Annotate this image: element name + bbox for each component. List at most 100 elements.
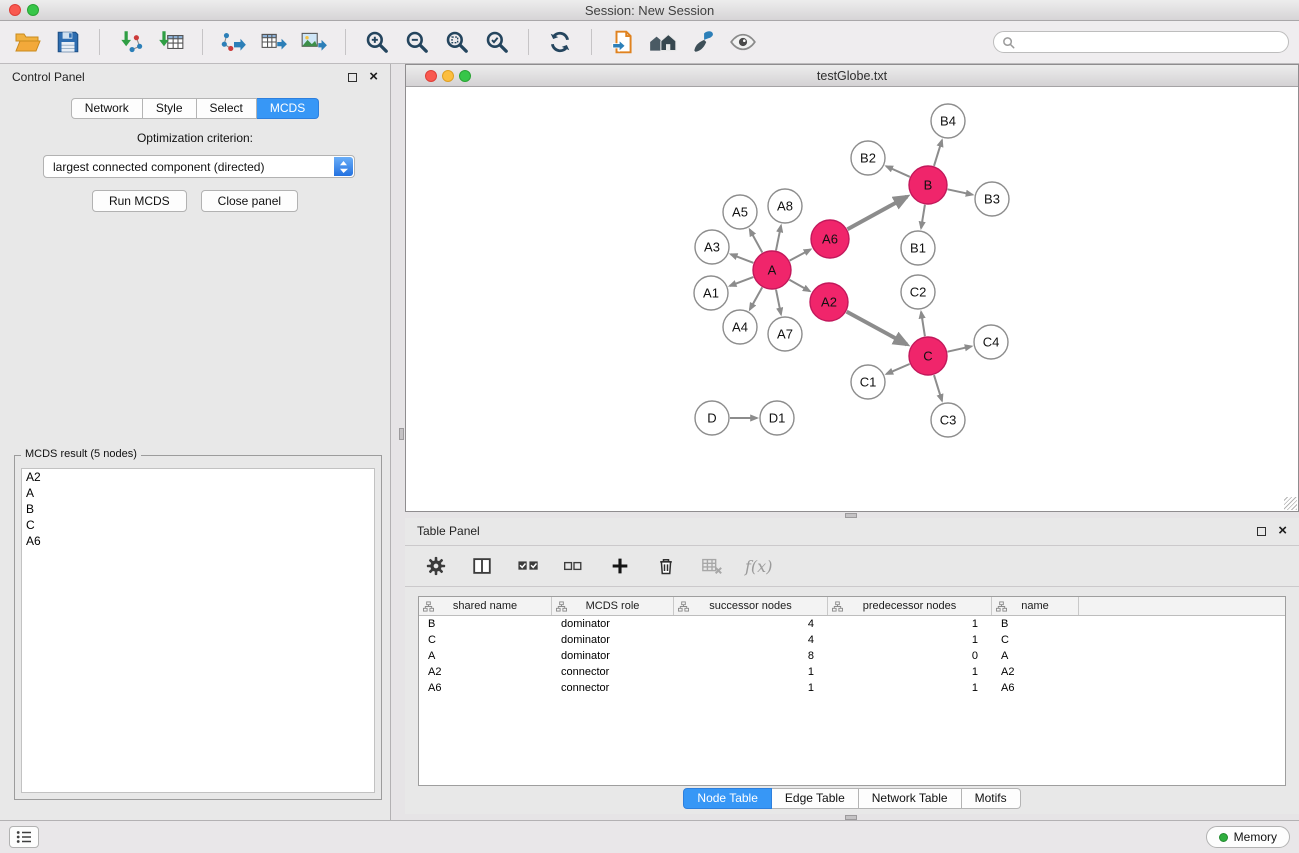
delete-column-button[interactable] [653,551,679,581]
table-cell[interactable]: C [419,634,552,646]
table-cell[interactable]: dominator [552,650,674,662]
node-D[interactable]: D [695,401,729,435]
column-header-predecessor-nodes[interactable]: predecessor nodes [828,597,992,615]
node-C1[interactable]: C1 [851,365,885,399]
edge-B-B2[interactable] [886,166,910,177]
save-session-button[interactable] [50,25,86,59]
result-item[interactable]: A [22,485,374,501]
show-graphics-details-button[interactable] [725,25,761,59]
edge-A-A1[interactable] [730,277,754,286]
table-cell[interactable]: C [992,634,1079,646]
edge-A-A4[interactable] [750,287,762,309]
mcds-result-list[interactable]: A2ABCA6 [21,468,375,793]
show-columns-button[interactable] [469,551,495,581]
table-cell[interactable]: B [992,618,1079,630]
table-settings-button[interactable] [423,551,449,581]
table-cell[interactable]: A2 [992,666,1079,678]
export-network-button[interactable] [216,25,252,59]
node-B1[interactable]: B1 [901,231,935,265]
window-resize-grip[interactable] [1284,497,1297,510]
tab-network-table[interactable]: Network Table [859,788,962,809]
edge-C-C4[interactable] [948,346,972,351]
edge-A-A6[interactable] [790,249,811,260]
import-network-button[interactable] [113,25,149,59]
float-panel-icon[interactable] [348,73,357,82]
table-cell[interactable]: 1 [828,682,992,694]
tab-style[interactable]: Style [143,98,197,119]
edge-C-C1[interactable] [886,364,909,374]
result-item[interactable]: B [22,501,374,517]
result-item[interactable]: C [22,517,374,533]
table-cell[interactable]: A2 [419,666,552,678]
table-row[interactable]: A6connector11A6 [419,680,1285,696]
edge-A-A7[interactable] [776,290,781,315]
table-cell[interactable]: B [419,618,552,630]
table-cell[interactable]: connector [552,666,674,678]
window-titlebar[interactable]: Session: New Session [0,0,1299,21]
table-cell[interactable]: 1 [828,634,992,646]
add-column-button[interactable] [607,551,633,581]
node-B2[interactable]: B2 [851,141,885,175]
edge-C-C3[interactable] [934,375,942,401]
table-cell[interactable]: 4 [674,618,828,630]
node-A6[interactable]: A6 [811,220,849,258]
column-header-name[interactable]: name [992,597,1079,615]
column-header-successor-nodes[interactable]: successor nodes [674,597,828,615]
table-row[interactable]: Cdominator41C [419,632,1285,648]
delete-table-button[interactable] [699,551,725,581]
close-panel-icon[interactable]: × [369,72,378,82]
node-C3[interactable]: C3 [931,403,965,437]
deselect-all-button[interactable] [561,551,587,581]
edge-A6-B[interactable] [848,197,908,230]
first-neighbors-button[interactable] [645,25,681,59]
node-D1[interactable]: D1 [760,401,794,435]
tab-mcds[interactable]: MCDS [257,98,319,119]
node-C[interactable]: C [909,337,947,375]
result-item[interactable]: A2 [22,469,374,485]
table-row[interactable]: A2connector11A2 [419,664,1285,680]
close-panel-button[interactable]: Close panel [201,190,298,212]
run-mcds-button[interactable]: Run MCDS [92,190,187,212]
edge-A-A8[interactable] [776,226,781,251]
result-item[interactable]: A6 [22,533,374,549]
edge-A2-C[interactable] [847,312,907,345]
zoom-in-button[interactable] [359,25,395,59]
node-A1[interactable]: A1 [694,276,728,310]
select-all-button[interactable] [515,551,541,581]
node-B4[interactable]: B4 [931,104,965,138]
node-A8[interactable]: A8 [768,189,802,223]
node-table[interactable]: shared nameMCDS rolesuccessor nodesprede… [418,596,1286,786]
table-cell[interactable]: A6 [419,682,552,694]
table-cell[interactable]: 4 [674,634,828,646]
node-C2[interactable]: C2 [901,275,935,309]
table-cell[interactable]: dominator [552,618,674,630]
import-table-button[interactable] [153,25,189,59]
function-builder-button[interactable]: f(x) [745,551,772,581]
table-cell[interactable]: 0 [828,650,992,662]
search-field[interactable] [993,31,1289,53]
tab-select[interactable]: Select [197,98,257,119]
float-panel-icon[interactable] [1257,527,1266,536]
edge-B-B3[interactable] [948,189,973,194]
edge-A-A5[interactable] [750,230,763,253]
table-cell[interactable]: 1 [674,682,828,694]
column-header-shared-name[interactable]: shared name [419,597,552,615]
table-cell[interactable]: 1 [828,666,992,678]
zoom-fit-button[interactable] [439,25,475,59]
open-session-button[interactable] [10,25,46,59]
node-A7[interactable]: A7 [768,317,802,351]
edge-B-B1[interactable] [921,205,925,228]
export-image-button[interactable] [296,25,332,59]
column-header-mcds-role[interactable]: MCDS role [552,597,674,615]
table-cell[interactable]: 1 [674,666,828,678]
edge-B-B4[interactable] [934,140,942,166]
edge-A-A2[interactable] [789,280,809,291]
split-handle-vertical[interactable] [399,428,404,440]
table-cell[interactable]: A [992,650,1079,662]
tab-edge-table[interactable]: Edge Table [772,788,859,809]
search-input[interactable] [1021,35,1280,49]
table-cell[interactable]: A6 [992,682,1079,694]
node-A3[interactable]: A3 [695,230,729,264]
table-cell[interactable]: A [419,650,552,662]
node-B[interactable]: B [909,166,947,204]
